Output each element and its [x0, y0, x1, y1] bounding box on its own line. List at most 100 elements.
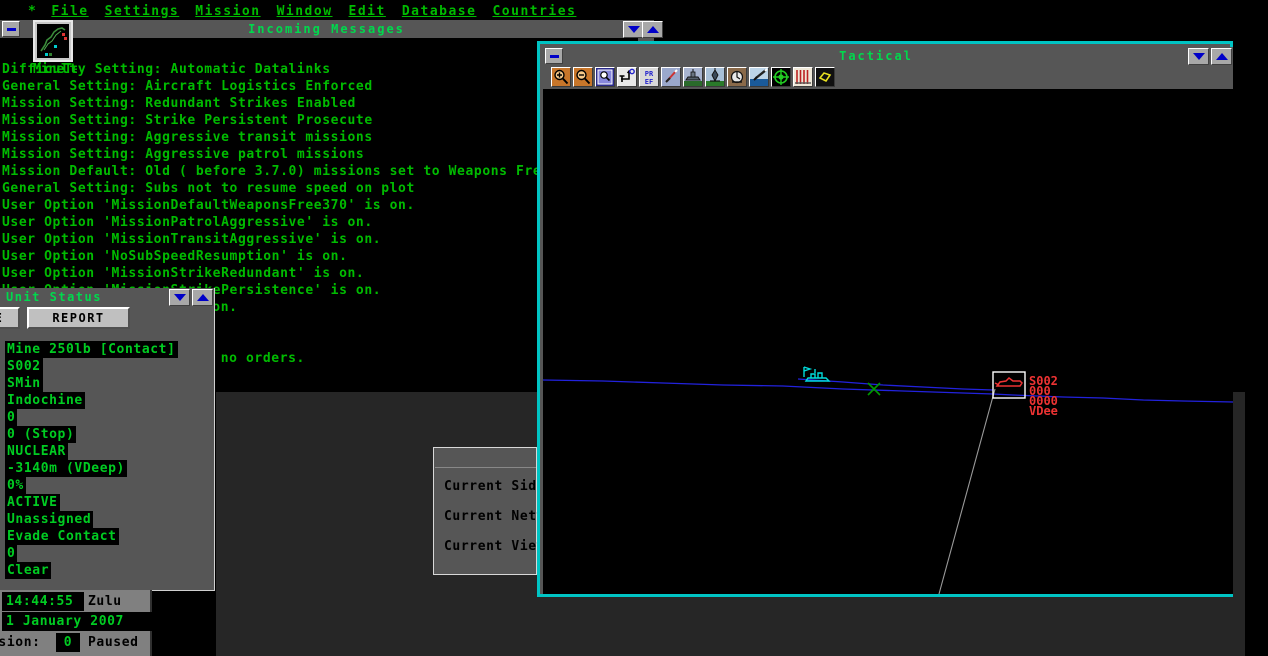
message-line: User Option 'MissionDefaultWeaponsFree37… [2, 198, 415, 213]
unit-field-depth: -3140m (VDeep) [5, 460, 127, 477]
menu-item-edit[interactable]: Edit [341, 4, 394, 19]
unit-status-title: Unit Status [6, 290, 102, 304]
menu-item-star[interactable]: * [0, 4, 43, 19]
menu-item-mission[interactable]: Mission [187, 4, 268, 19]
friendly-ship-symbol [803, 366, 831, 382]
selected-submarine-symbol [994, 377, 1023, 387]
clock-time: 14:44:55 [2, 592, 84, 611]
clock-timezone: Zulu [88, 594, 122, 609]
unit-field-propulsion: NUCLEAR [5, 443, 68, 460]
minimap-thumbnail-window[interactable] [33, 20, 73, 62]
messages-scroll-down-button[interactable] [622, 20, 644, 38]
svg-text:PR: PR [645, 70, 654, 78]
unit-field-status: Clear [5, 562, 52, 579]
unit-scroll-up-icon[interactable] [192, 288, 213, 306]
menu-item-settings[interactable]: Settings [97, 4, 188, 19]
sim-state: Paused [88, 635, 139, 650]
minimap-canvas[interactable] [37, 24, 69, 58]
unit-field-emcon: ACTIVE [5, 494, 60, 511]
unit-status-button-row: E REPORT [0, 307, 214, 329]
menu-item-window[interactable]: Window [269, 4, 341, 19]
unit-status-titlebar[interactable]: Unit Status [0, 288, 214, 306]
ship-icon[interactable] [683, 67, 703, 87]
submarine-icon[interactable] [705, 67, 725, 87]
tactical-window: Tactical PR EF S002 000 0000 VDee [537, 41, 1233, 597]
message-line: General Setting: Aircraft Logistics Enfo… [2, 79, 373, 94]
clock-date: 1 January 2007 [2, 612, 153, 631]
missile-icon[interactable] [749, 67, 769, 87]
message-line: Mission Default: Old ( before 3.7.0) mis… [2, 164, 559, 179]
minimap-terrain [40, 27, 67, 56]
unit-status-window: Unit Status E REPORT Mine 250lb [Contact… [0, 288, 215, 591]
menu-item-countries-label: Countries [492, 4, 577, 19]
tactical-scroll-up-icon[interactable] [1211, 47, 1232, 65]
menu-item-star-label: * [28, 4, 38, 19]
center-on-unit-icon[interactable] [617, 67, 637, 87]
tactical-map-svg: S002 000 0000 VDee [543, 366, 1233, 594]
menu-item-database-label: Database [401, 4, 477, 19]
unit-field-id: S002 [5, 358, 43, 375]
svg-text:EF: EF [645, 78, 653, 86]
clock-panel: 14:44:55 Zulu 1 January 2007 ssion: 0 Pa… [0, 590, 153, 656]
menu-item-settings-label: Settings [104, 4, 180, 19]
incoming-messages-titlebar[interactable]: Incoming Messages [0, 20, 654, 38]
unit-field-country: Indochine [5, 392, 85, 409]
current-side-titlebar[interactable] [435, 449, 536, 468]
unit-status-edit-button[interactable]: E [0, 307, 20, 329]
tactical-title: Tactical [839, 49, 913, 63]
minimap-window-title: MineTest.SCN [33, 62, 77, 74]
zoom-out-icon[interactable] [573, 67, 593, 87]
contact-label-depth: VDee [1029, 404, 1058, 418]
message-line: User Option 'MissionTransitAggressive' i… [2, 232, 382, 247]
message-line: Mission Setting: Aggressive patrol missi… [2, 147, 365, 162]
unit-field-fuel: 0% [5, 477, 26, 494]
unit-field-type: Mine 250lb [Contact] [5, 341, 178, 358]
unit-field-heading: 0 [5, 409, 18, 426]
messages-scroll-up-button[interactable] [641, 20, 663, 38]
session-label: ssion: [0, 635, 41, 650]
menu-item-file-label: File [51, 4, 89, 19]
unit-field-damage: 0 [5, 545, 18, 562]
menu-item-mission-label: Mission [195, 4, 261, 19]
desktop: * File Settings Mission Window Edit Data… [0, 0, 1268, 656]
menu-item-window-label: Window [276, 4, 333, 19]
message-line: Mission Setting: Aggressive transit miss… [2, 130, 373, 145]
unit-field-mission: Unassigned [5, 511, 94, 528]
aircraft-icon[interactable] [661, 67, 681, 87]
zoom-area-icon[interactable] [595, 67, 615, 87]
tactical-scroll-down-icon[interactable] [1188, 47, 1209, 65]
message-line: User Option 'NoSubSpeedResumption' is on… [2, 249, 348, 264]
current-side-label: Current Side [444, 479, 546, 494]
unit-status-report-button[interactable]: REPORT [27, 307, 130, 329]
session-value: 0 [56, 633, 80, 652]
menu-item-countries[interactable]: Countries [484, 4, 584, 19]
message-line: Mission Setting: Redundant Strikes Enabl… [2, 96, 356, 111]
menu-item-edit-label: Edit [348, 4, 386, 19]
current-network-label: Current Netw [444, 509, 546, 524]
reference-points-icon[interactable] [793, 67, 813, 87]
unit-scroll-down-icon[interactable] [169, 288, 190, 306]
tactical-toolbar: PR EF [543, 65, 1233, 89]
sensor-range-icon[interactable] [771, 67, 791, 87]
desktop-right-strip [1245, 20, 1268, 656]
message-line: General Setting: Subs not to resume spee… [2, 181, 415, 196]
zoom-in-icon[interactable] [551, 67, 571, 87]
unit-field-doctrine: Evade Contact [5, 528, 119, 545]
menu-item-database[interactable]: Database [394, 4, 485, 19]
message-line: Mission Setting: Strike Persistent Prose… [2, 113, 373, 128]
current-side-window: Current Side Current Netw Current View [433, 447, 545, 575]
tactical-minimize-icon[interactable] [545, 48, 563, 64]
unit-field-class: SMin [5, 375, 43, 392]
incoming-messages-title: Incoming Messages [248, 22, 405, 36]
menu-item-file[interactable]: File [43, 4, 96, 19]
facility-icon[interactable] [727, 67, 747, 87]
message-line: User Option 'MissionPatrolAggressive' is… [2, 215, 373, 230]
message-line: User Option 'MissionStrikeRedundant' is … [2, 266, 365, 281]
measure-icon[interactable] [815, 67, 835, 87]
tactical-map-canvas[interactable]: S002 000 0000 VDee [543, 89, 1233, 594]
unit-field-speed: 0 (Stop) [5, 426, 77, 443]
preferences-icon[interactable]: PR EF [639, 67, 659, 87]
minimize-icon[interactable] [2, 21, 20, 37]
current-view-label: Current View [444, 539, 546, 554]
tactical-titlebar[interactable]: Tactical [543, 47, 1233, 65]
